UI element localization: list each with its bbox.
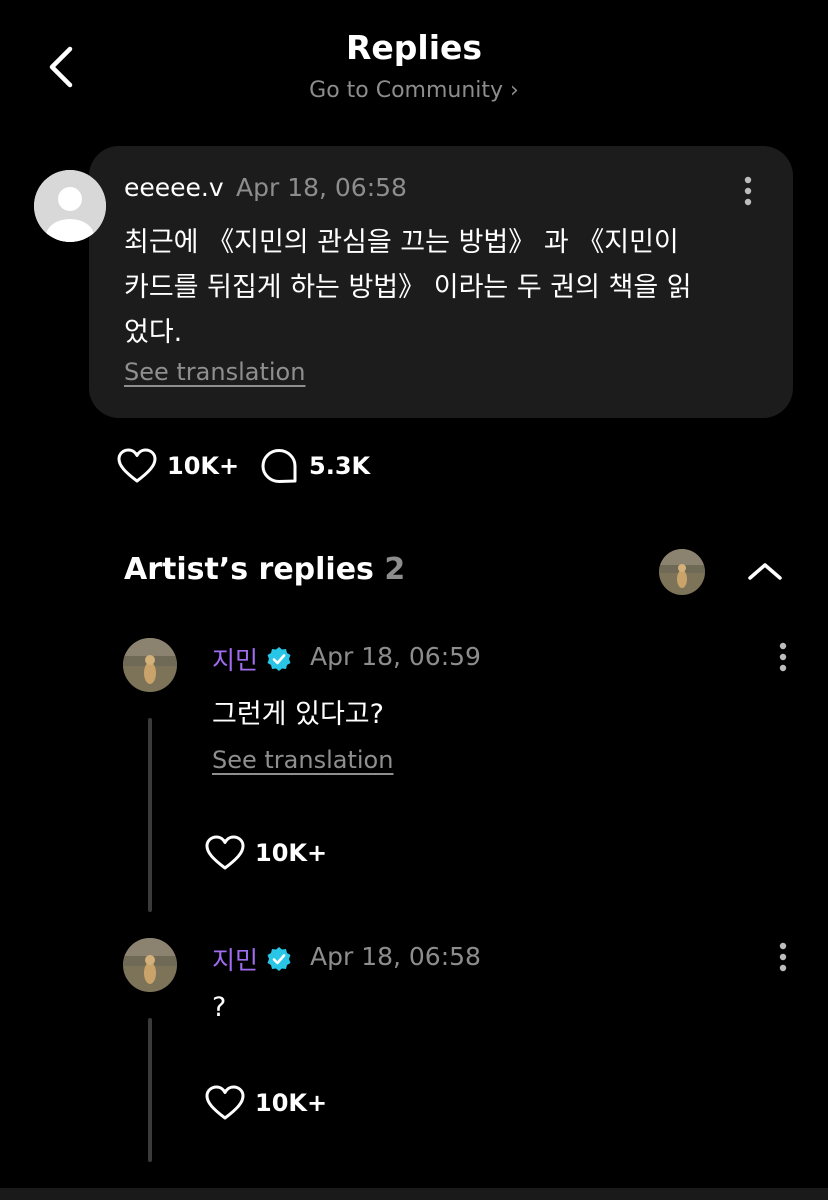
post-author-avatar[interactable] (34, 170, 106, 242)
reply-more-button[interactable] (771, 940, 795, 974)
artist-photo-icon (123, 938, 177, 992)
comment-bubble-icon (261, 449, 297, 483)
post-like-count: 10K+ (167, 452, 240, 480)
collapse-replies-button[interactable] (742, 551, 788, 591)
post-username[interactable]: eeeee.v (124, 173, 224, 202)
verified-badge-icon (267, 647, 291, 671)
more-vertical-icon (744, 176, 752, 206)
thread-line (148, 1018, 152, 1162)
heart-icon (205, 835, 245, 870)
go-to-community-link[interactable]: Go to Community › (0, 78, 828, 103)
post-more-button[interactable] (736, 174, 760, 208)
reply-avatar[interactable] (123, 638, 177, 692)
reply-text: 그런게 있다고? (212, 699, 384, 730)
reply-text: ? (212, 992, 227, 1023)
reply-timestamp: Apr 18, 06:59 (310, 642, 481, 671)
post-text: 최근에 《지민의 관심을 끄는 방법》 과 《지민이 카드를 뒤집게 하는 방법… (124, 227, 692, 348)
post-timestamp: Apr 18, 06:58 (236, 173, 407, 202)
post-see-translation-link[interactable]: See translation (124, 358, 305, 386)
bottom-bar (0, 1188, 828, 1200)
reply-timestamp: Apr 18, 06:58 (310, 942, 481, 971)
more-vertical-icon (779, 942, 787, 972)
post-comment-button[interactable]: 5.3K (261, 448, 370, 484)
page-title: Replies (345, 28, 483, 67)
artist-photo-icon (123, 638, 177, 692)
reply-see-translation-link[interactable]: See translation (212, 746, 393, 774)
reply-more-button[interactable] (771, 640, 795, 674)
artist-photo-icon (659, 549, 705, 595)
artist-replies-header: Artist’s replies 2 (124, 552, 405, 587)
default-avatar-icon (34, 170, 106, 242)
post-like-button[interactable]: 10K+ (117, 448, 239, 484)
verified-badge-icon (267, 947, 291, 971)
more-vertical-icon (779, 642, 787, 672)
reply-like-button[interactable]: 10K+ (205, 835, 327, 871)
heart-icon (117, 448, 157, 483)
post-comment-count: 5.3K (309, 452, 371, 480)
reply-like-button[interactable]: 10K+ (205, 1085, 327, 1121)
reply-author-name[interactable]: 지민 (212, 941, 258, 977)
reply-author-name[interactable]: 지민 (212, 641, 258, 677)
reply-like-count: 10K+ (255, 839, 328, 867)
thread-line (148, 718, 152, 912)
reply-author: 지민 (212, 941, 292, 977)
reply-like-count: 10K+ (255, 1089, 328, 1117)
heart-icon (205, 1085, 245, 1120)
reply-avatar[interactable] (123, 938, 177, 992)
artist-replies-count: 2 (384, 552, 406, 587)
chevron-up-icon (748, 563, 782, 580)
artist-avatar[interactable] (659, 549, 705, 595)
artist-replies-label: Artist’s replies (124, 552, 374, 587)
reply-author: 지민 (212, 641, 292, 677)
